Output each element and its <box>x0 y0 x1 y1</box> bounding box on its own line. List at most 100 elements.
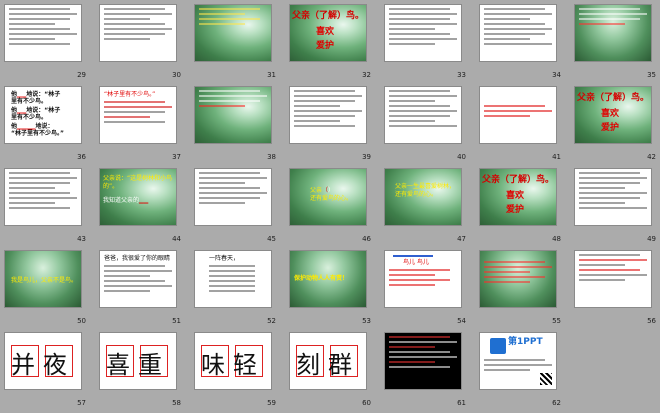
slide-text: 里有不少鸟。 <box>11 114 48 121</box>
slide-number: 37 <box>172 153 181 161</box>
slide-text: 父亲说：“这是树林和小鸟 <box>103 175 173 182</box>
slide-number: 32 <box>362 71 371 79</box>
slide-title: 父亲（了解）鸟。 <box>577 93 650 103</box>
slide-number: 48 <box>552 235 561 243</box>
slide-text: 刻群 <box>296 351 360 379</box>
slide-number: 54 <box>457 317 466 325</box>
slide-thumbnail-37[interactable]: “林子里有不少鸟。” <box>99 86 177 144</box>
slide-thumbnail-40[interactable] <box>384 86 462 144</box>
slide-number: 40 <box>457 153 466 161</box>
slide-text <box>393 255 433 257</box>
slide-thumbnail-44[interactable]: 父亲说：“这是树林和小鸟 的”。 我知道父亲的▁▁ <box>99 168 177 226</box>
ppt-logo-icon <box>490 338 506 354</box>
slide-number: 58 <box>172 399 181 407</box>
slide-number: 29 <box>77 71 86 79</box>
slide-text: “林子里有不少鸟。” <box>104 91 156 98</box>
slide-number: 38 <box>267 153 276 161</box>
slide-thumbnail-55[interactable] <box>479 250 557 308</box>
slide-text: 味轻 <box>201 351 265 379</box>
slide-text: 爸爸，我很爱了你的眼睛 <box>104 255 171 262</box>
slide-thumbnail-56[interactable] <box>574 250 652 308</box>
slide-thumbnail-33[interactable] <box>384 4 462 62</box>
slide-text: 保护动物人人有责！ <box>294 275 349 282</box>
slide-text: 我知道父亲的▁▁ <box>103 197 149 204</box>
slide-thumbnail-60[interactable]: 刻群 <box>289 332 367 390</box>
slide-number: 45 <box>267 235 276 243</box>
slide-text: 喜重 <box>106 351 170 379</box>
slide-thumbnail-36[interactable]: 他▁▁地说：“林子 里有不少鸟。 他▁▁地说：“林子 里有不少鸟。 他▁▁▁▁地… <box>4 86 82 144</box>
slide-number: 34 <box>552 71 561 79</box>
slide-subtitle: 爱护 <box>601 123 620 133</box>
slide-text: 鸟儿 鸟儿 <box>403 259 429 266</box>
slide-thumbnail-35[interactable] <box>574 4 652 62</box>
slide-text: 里有不少鸟。 <box>11 98 48 105</box>
slide-number: 44 <box>172 235 181 243</box>
slide-number: 49 <box>647 235 656 243</box>
slide-number: 60 <box>362 399 371 407</box>
slide-thumbnail-46[interactable]: 父亲（） 还有爱鸟的心。 <box>289 168 367 226</box>
slide-subtitle: 爱护 <box>506 205 525 215</box>
slide-thumbnail-52[interactable]: 一阵春天， <box>194 250 272 308</box>
slide-thumbnail-61[interactable] <box>384 332 462 390</box>
slide-text: 他▁▁地说：“林子 <box>11 91 61 98</box>
slide-text: 他▁▁地说：“林子 <box>11 107 61 114</box>
slide-text: 他▁▁▁▁地说： <box>11 123 54 130</box>
qr-code-icon <box>540 373 552 385</box>
slide-number: 52 <box>267 317 276 325</box>
slide-thumbnail-42[interactable]: 父亲（了解）鸟。 喜欢 爱护 <box>574 86 652 144</box>
slide-number: 47 <box>457 235 466 243</box>
slide-text: 的”。 <box>103 183 119 190</box>
slide-thumbnail-50[interactable]: 我是鸟儿，父亲不是鸟。 <box>4 250 82 308</box>
slide-subtitle: 爱护 <box>316 41 335 51</box>
slide-sorter-grid: 29 30 31 父亲（了解）鸟。 喜欢 爱护 32 33 34 35 他▁▁地… <box>0 0 660 413</box>
slide-number: 36 <box>77 153 86 161</box>
slide-number: 50 <box>77 317 86 325</box>
slide-subtitle: 喜欢 <box>316 27 335 37</box>
slide-text: 还有爱鸟的心。 <box>395 191 438 198</box>
slide-thumbnail-31[interactable] <box>194 4 272 62</box>
slide-number: 55 <box>552 317 561 325</box>
slide-number: 43 <box>77 235 86 243</box>
slide-text: 并夜 <box>11 351 75 379</box>
slide-thumbnail-49[interactable] <box>574 168 652 226</box>
slide-thumbnail-54[interactable]: 鸟儿 鸟儿 <box>384 250 462 308</box>
slide-number: 30 <box>172 71 181 79</box>
slide-thumbnail-58[interactable]: 喜重 <box>99 332 177 390</box>
slide-text: 我是鸟儿，父亲不是鸟。 <box>11 277 78 284</box>
slide-thumbnail-53[interactable]: 保护动物人人有责！ <box>289 250 367 308</box>
slide-text: 还有爱鸟的心。 <box>310 195 353 202</box>
slide-thumbnail-57[interactable]: 并夜 <box>4 332 82 390</box>
slide-number: 61 <box>457 399 466 407</box>
slide-thumbnail-41[interactable] <box>479 86 557 144</box>
slide-thumbnail-39[interactable] <box>289 86 367 144</box>
slide-number: 35 <box>647 71 656 79</box>
slide-thumbnail-30[interactable] <box>99 4 177 62</box>
slide-thumbnail-47[interactable]: 父亲一生最喜爱树林， 还有爱鸟的心。 <box>384 168 462 226</box>
slide-thumbnail-59[interactable]: 味轻 <box>194 332 272 390</box>
slide-text: 父亲（） <box>310 187 335 194</box>
slide-number: 46 <box>362 235 371 243</box>
slide-number: 56 <box>647 317 656 325</box>
slide-subtitle: 喜欢 <box>506 191 525 201</box>
slide-thumbnail-38[interactable] <box>194 86 272 144</box>
slide-number: 42 <box>647 153 656 161</box>
ppt-logo-text: 第1PPT <box>508 337 543 347</box>
slide-thumbnail-29[interactable] <box>4 4 82 62</box>
slide-number: 39 <box>362 153 371 161</box>
slide-thumbnail-51[interactable]: 爸爸，我很爱了你的眼睛 <box>99 250 177 308</box>
slide-title: 父亲（了解）鸟。 <box>482 175 555 185</box>
slide-title: 父亲（了解）鸟。 <box>292 11 365 21</box>
slide-thumbnail-45[interactable] <box>194 168 272 226</box>
slide-number: 57 <box>77 399 86 407</box>
slide-thumbnail-43[interactable] <box>4 168 82 226</box>
slide-thumbnail-32[interactable]: 父亲（了解）鸟。 喜欢 爱护 <box>289 4 367 62</box>
slide-number: 41 <box>552 153 561 161</box>
slide-number: 62 <box>552 399 561 407</box>
slide-number: 33 <box>457 71 466 79</box>
slide-thumbnail-62[interactable]: 第1PPT <box>479 332 557 390</box>
slide-thumbnail-48[interactable]: 父亲（了解）鸟。 喜欢 爱护 <box>479 168 557 226</box>
slide-thumbnail-34[interactable] <box>479 4 557 62</box>
slide-number: 59 <box>267 399 276 407</box>
slide-text: 父亲一生最喜爱树林， <box>395 183 456 190</box>
slide-number: 31 <box>267 71 276 79</box>
